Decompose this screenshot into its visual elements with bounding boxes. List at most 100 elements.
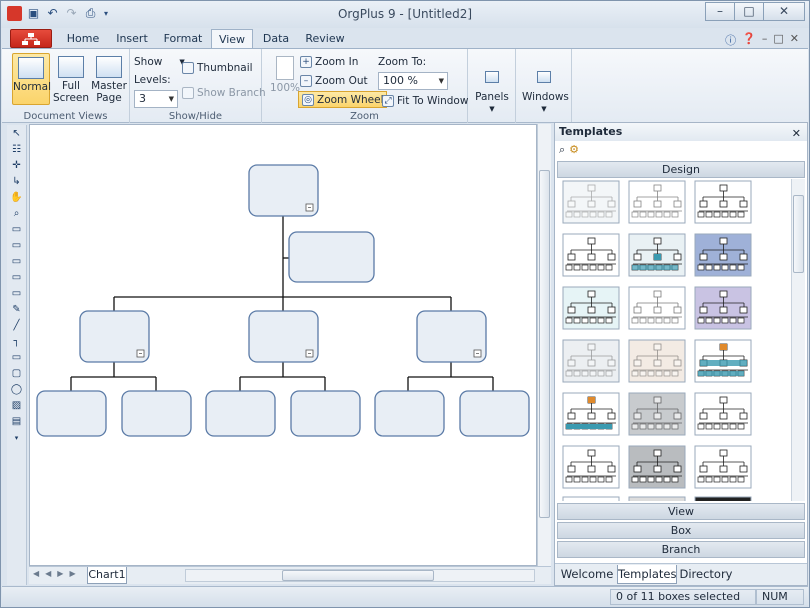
scroll-thumb[interactable]	[282, 570, 434, 581]
templates-scrollbar[interactable]	[791, 179, 805, 501]
info-icon[interactable]: ⓘ	[725, 32, 736, 48]
show-branch-button[interactable]: Show Branch	[182, 84, 266, 101]
zoom-wheel-button[interactable]: ◎ Zoom Wheel	[298, 91, 388, 108]
template-thumb[interactable]	[694, 392, 752, 436]
template-thumb[interactable]	[628, 286, 686, 330]
sheet-tab-chart1[interactable]: Chart1	[87, 567, 127, 584]
template-thumb[interactable]	[562, 180, 620, 224]
zoom-to-select[interactable]: 100 % ▼	[378, 72, 448, 90]
template-thumb[interactable]	[562, 392, 620, 436]
template-thumb[interactable]	[628, 392, 686, 436]
normal-view-button[interactable]: Normal	[12, 53, 51, 105]
template-thumb[interactable]	[562, 445, 620, 489]
tab-view[interactable]: View	[211, 29, 253, 50]
pen-icon[interactable]: ✎	[9, 303, 25, 317]
windows-button[interactable]: Windows ▼	[522, 53, 569, 113]
zoom-out-icon: –	[300, 74, 312, 87]
connector-line	[239, 362, 326, 391]
close-button[interactable]: ✕	[763, 2, 805, 21]
ribbon: Normal Full Screen Master Page Document …	[2, 48, 808, 123]
assistant-box-icon[interactable]: ▭	[9, 287, 25, 301]
panels-button[interactable]: Panels ▼	[473, 53, 511, 113]
maximize-button[interactable]: □	[734, 2, 764, 21]
box-section-header[interactable]: Box	[557, 522, 805, 539]
canvas-horizontal-scrollbar[interactable]	[185, 569, 535, 582]
template-thumb[interactable]	[694, 286, 752, 330]
tab-welcome[interactable]: Welcome	[559, 565, 615, 584]
template-thumb[interactable]	[628, 180, 686, 224]
group-windows: Windows ▼	[516, 49, 572, 123]
subordinate-box-icon[interactable]: ▭	[9, 223, 25, 237]
fit-to-window-button[interactable]: ⤢ Fit To Window	[382, 92, 468, 109]
template-search-icon[interactable]: ⌕	[559, 143, 565, 157]
template-thumb[interactable]	[694, 445, 752, 489]
branch-section-header[interactable]: Branch	[557, 541, 805, 558]
template-thumb[interactable]	[628, 496, 686, 501]
template-thumb[interactable]	[562, 286, 620, 330]
template-thumb[interactable]	[562, 233, 620, 277]
coworker-left-icon[interactable]: ▭	[9, 239, 25, 253]
tab-home[interactable]: Home	[61, 31, 105, 49]
close-icon[interactable]: ✕	[792, 125, 801, 143]
group-panels: Panels ▼	[468, 49, 516, 123]
template-thumb[interactable]	[562, 339, 620, 383]
tab-review[interactable]: Review	[301, 31, 349, 49]
master-page-button[interactable]: Master Page	[90, 53, 128, 105]
help-icon[interactable]: ❓	[742, 32, 756, 48]
template-thumb[interactable]	[562, 496, 620, 501]
org-chart	[36, 164, 530, 437]
connector-icon[interactable]: ┐	[9, 335, 25, 349]
chart-canvas[interactable]	[29, 124, 537, 566]
tab-templates[interactable]: Templates	[617, 565, 677, 584]
toolbar-more-icon[interactable]: ▾	[9, 431, 25, 445]
image-icon[interactable]: ▨	[9, 399, 25, 413]
move-icon[interactable]: ✛	[9, 159, 25, 173]
scroll-thumb[interactable]	[539, 170, 550, 518]
show-dropdown[interactable]: Show ▼	[134, 53, 185, 70]
design-section-header[interactable]: Design	[557, 161, 805, 178]
levels-select[interactable]: 3 ▼	[134, 90, 178, 108]
fit-window-icon: ⤢	[382, 94, 394, 107]
template-thumb[interactable]	[628, 445, 686, 489]
ribbon-minimize-icon[interactable]: –	[762, 32, 768, 48]
rectangle-icon[interactable]: ▭	[9, 351, 25, 365]
tab-directory[interactable]: Directory	[679, 565, 733, 584]
scroll-thumb[interactable]	[793, 195, 804, 273]
sheet-nav-icon[interactable]: ◀◀▶▶	[33, 569, 82, 578]
view-section-header[interactable]: View	[557, 503, 805, 520]
window-title: OrgPlus 9 - [Untitled2]	[337, 7, 473, 21]
template-grid	[562, 180, 752, 501]
ribbon-restore-icon[interactable]: □	[773, 32, 783, 48]
template-options-icon[interactable]: ⚙	[569, 143, 579, 157]
ellipse-icon[interactable]: ◯	[9, 383, 25, 397]
zoom-out-button[interactable]: – Zoom Out	[300, 72, 368, 89]
template-thumb[interactable]	[628, 233, 686, 277]
tab-format[interactable]: Format	[159, 31, 207, 49]
manager-box-icon[interactable]: ▭	[9, 271, 25, 285]
coworker-right-icon[interactable]: ▭	[9, 255, 25, 269]
hand-icon[interactable]: ✋	[9, 191, 25, 205]
full-screen-button[interactable]: Full Screen	[52, 53, 90, 105]
template-thumb[interactable]	[694, 233, 752, 277]
select-branch-icon[interactable]: ☷	[9, 143, 25, 157]
file-button[interactable]	[10, 29, 52, 48]
canvas-vertical-scrollbar[interactable]	[537, 124, 551, 566]
line-tool-icon[interactable]: ╱	[9, 319, 25, 333]
ribbon-close-icon[interactable]: ✕	[790, 32, 799, 48]
tab-data[interactable]: Data	[257, 31, 295, 49]
pointer-move-icon[interactable]: ↳	[9, 175, 25, 189]
template-thumb[interactable]	[628, 339, 686, 383]
template-thumb[interactable]	[694, 339, 752, 383]
minimize-button[interactable]: –	[705, 2, 735, 21]
template-thumb[interactable]	[694, 496, 752, 501]
select-tool-icon[interactable]: ↖	[9, 127, 25, 141]
tab-insert[interactable]: Insert	[111, 31, 153, 49]
textbox-icon[interactable]: ▤	[9, 415, 25, 429]
template-thumb[interactable]	[694, 180, 752, 224]
thumbnail-button[interactable]: Thumbnail	[182, 59, 253, 76]
zoom-icon[interactable]: ⌕	[9, 207, 25, 221]
org-box-level3	[290, 390, 361, 437]
rounded-rect-icon[interactable]: ▢	[9, 367, 25, 381]
zoom-in-button[interactable]: + Zoom In	[300, 53, 358, 70]
connector-line	[70, 362, 157, 391]
